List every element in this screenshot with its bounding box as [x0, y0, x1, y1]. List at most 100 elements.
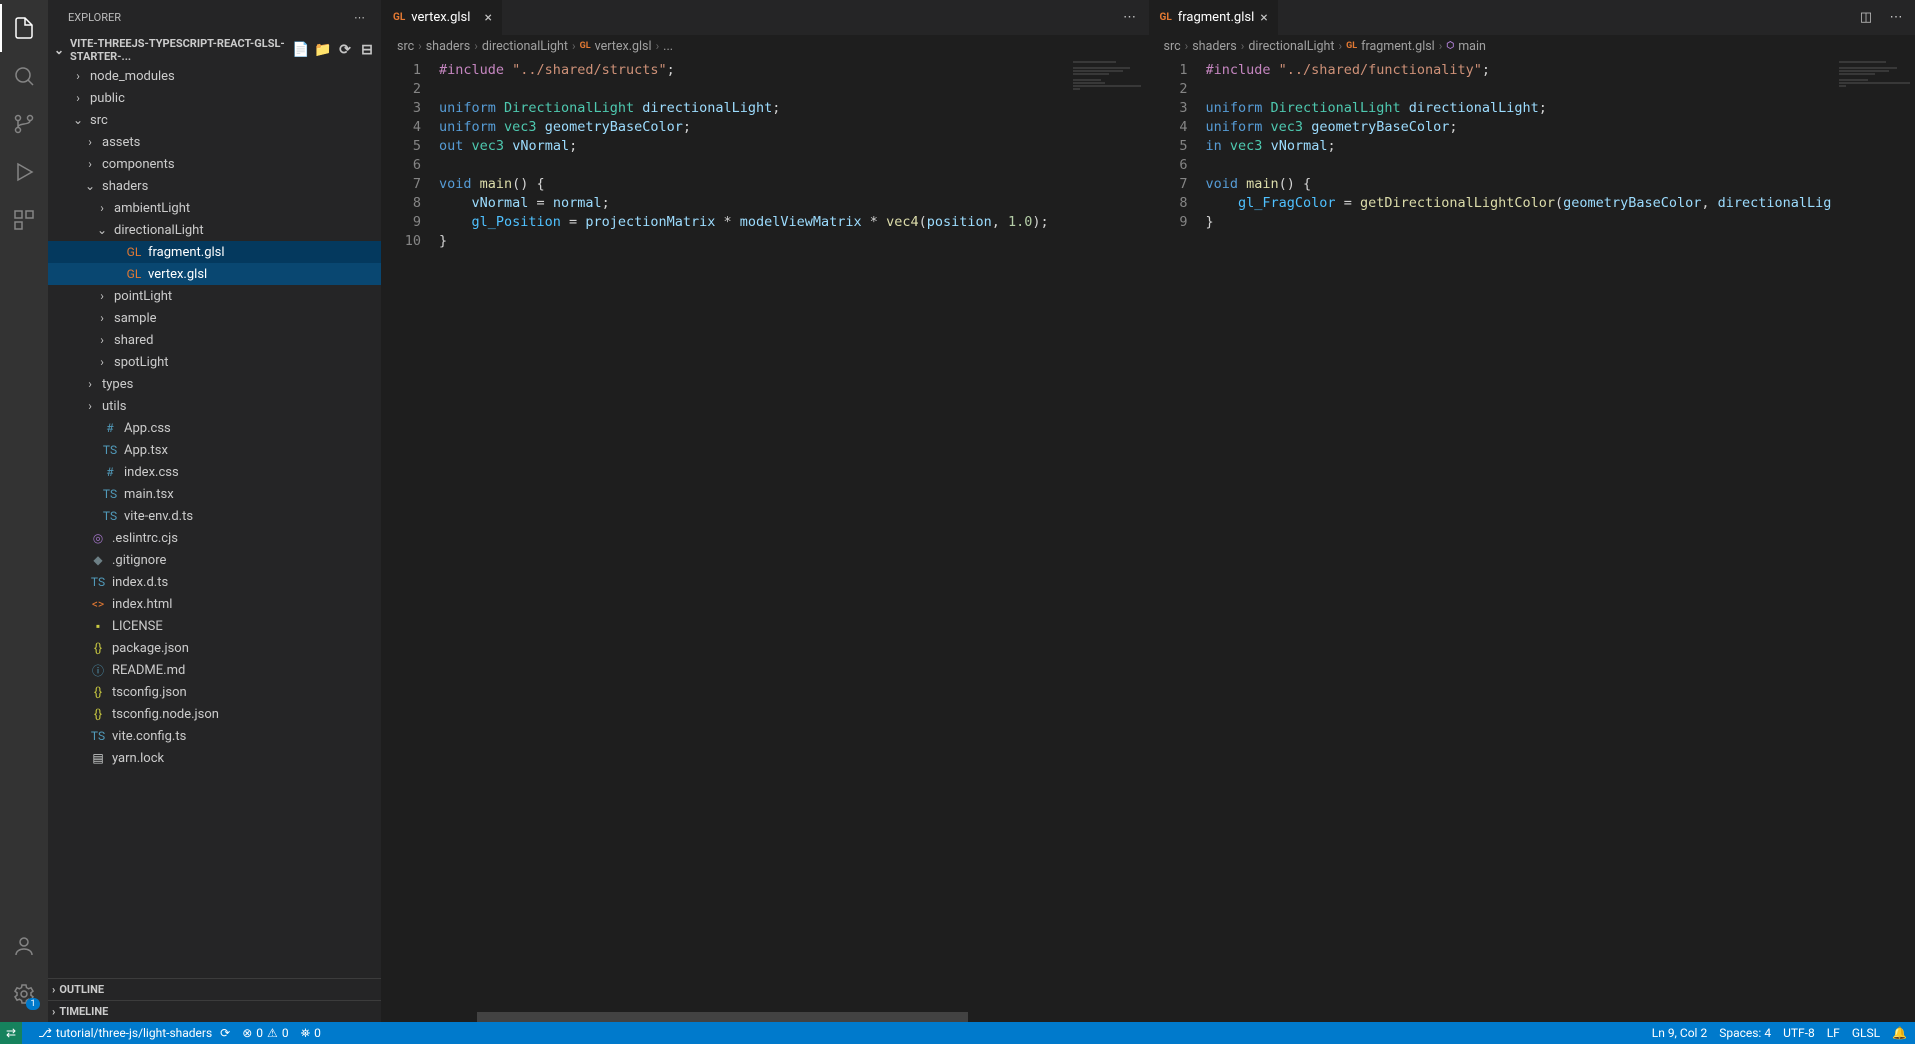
folder-pointLight[interactable]: ›pointLight — [48, 285, 381, 307]
folder-utils[interactable]: ›utils — [48, 395, 381, 417]
file-tsconfig.node.json[interactable]: {}tsconfig.node.json — [48, 703, 381, 725]
file-package.json[interactable]: {}package.json — [48, 637, 381, 659]
code-editor-1[interactable]: 12345678910 #include "../shared/structs"… — [383, 57, 1149, 1022]
horizontal-scrollbar[interactable] — [439, 1012, 1069, 1022]
code-content[interactable]: #include "../shared/structs"; uniform Di… — [439, 57, 1069, 1022]
extensions-icon — [12, 208, 36, 232]
code-editor-2[interactable]: 123456789 #include "../shared/functional… — [1150, 57, 1915, 1022]
radio-icon: ⛯ — [301, 1026, 311, 1041]
tree-label: src — [90, 113, 108, 128]
status-encoding[interactable]: UTF-8 — [1783, 1026, 1815, 1040]
breadcrumb-item[interactable]: ⬡main — [1446, 39, 1486, 54]
bell-icon: 🔔 — [1892, 1026, 1907, 1040]
folder-public[interactable]: ›public — [48, 87, 381, 109]
file-vertex.glsl[interactable]: GLvertex.glsl — [48, 263, 381, 285]
folder-sample[interactable]: ›sample — [48, 307, 381, 329]
file-vite-env.d.ts[interactable]: TSvite-env.d.ts — [48, 505, 381, 527]
sidebar-more-icon[interactable]: ⋯ — [354, 11, 365, 24]
folder-src[interactable]: ⌄src — [48, 109, 381, 131]
new-folder-icon[interactable]: 📁 — [313, 40, 333, 60]
file-README.md[interactable]: ⓘREADME.md — [48, 659, 381, 681]
status-spaces[interactable]: Spaces: 4 — [1719, 1026, 1771, 1040]
status-lang[interactable]: GLSL — [1852, 1026, 1880, 1040]
file-vite.config.ts[interactable]: TSvite.config.ts — [48, 725, 381, 747]
activity-debug[interactable] — [0, 148, 48, 196]
file-yarn.lock[interactable]: ▤yarn.lock — [48, 747, 381, 769]
tree-label: utils — [102, 399, 126, 414]
outline-section[interactable]: › OUTLINE — [48, 978, 381, 1000]
file-.gitignore[interactable]: ◆.gitignore — [48, 549, 381, 571]
split-editor-icon[interactable]: ◫ — [1855, 10, 1877, 25]
timeline-section[interactable]: › TIMELINE — [48, 1000, 381, 1022]
new-file-icon[interactable]: 📄 — [291, 40, 311, 60]
tree-label: pointLight — [114, 289, 172, 304]
activity-scm[interactable] — [0, 100, 48, 148]
tree-label: main.tsx — [124, 487, 174, 502]
file-LICENSE[interactable]: ▪LICENSE — [48, 615, 381, 637]
file-type-icon: ◎ — [90, 530, 106, 546]
activity-settings[interactable]: 1 — [0, 970, 48, 1018]
chevron-right-icon: › — [96, 355, 108, 369]
tree-label: App.tsx — [124, 443, 168, 458]
file-fragment.glsl[interactable]: GLfragment.glsl — [48, 241, 381, 263]
remote-indicator[interactable]: ⇄ — [0, 1022, 22, 1044]
activity-explorer[interactable] — [0, 4, 48, 52]
project-section[interactable]: ⌄ VITE-THREEJS-TYPESCRIPT-REACT-GLSL-STA… — [48, 35, 381, 65]
status-eol[interactable]: LF — [1827, 1026, 1840, 1040]
status-feedback[interactable]: 🔔 — [1892, 1026, 1907, 1040]
refresh-icon[interactable]: ⟳ — [335, 40, 355, 60]
close-icon[interactable]: × — [485, 11, 492, 25]
tree-label: fragment.glsl — [148, 245, 225, 260]
folder-node_modules[interactable]: ›node_modules — [48, 65, 381, 87]
breadcrumb-item[interactable]: directionalLight — [1248, 39, 1334, 54]
folder-ambientLight[interactable]: ›ambientLight — [48, 197, 381, 219]
file-tsconfig.json[interactable]: {}tsconfig.json — [48, 681, 381, 703]
activity-account[interactable] — [0, 922, 48, 970]
code-content[interactable]: #include "../shared/functionality"; unif… — [1206, 57, 1836, 1022]
breadcrumb-item[interactable]: shaders — [1192, 39, 1237, 54]
file-App.tsx[interactable]: TS App.tsx — [48, 439, 381, 461]
breadcrumb-item[interactable]: GLfragment.glsl — [1346, 39, 1435, 54]
tree-label: .eslintrc.cjs — [112, 531, 178, 546]
breadcrumb-item[interactable]: shaders — [426, 39, 471, 54]
account-icon — [12, 934, 36, 958]
folder-directionalLight[interactable]: ⌄directionalLight — [48, 219, 381, 241]
more-icon[interactable]: ⋯ — [1119, 10, 1141, 25]
folder-components[interactable]: ›components — [48, 153, 381, 175]
breadcrumb-item[interactable]: directionalLight — [482, 39, 568, 54]
file-index.html[interactable]: <>index.html — [48, 593, 381, 615]
tree-label: README.md — [112, 663, 185, 678]
breadcrumb[interactable]: src›shaders›directionalLight›GLvertex.gl… — [383, 35, 1149, 57]
minimap[interactable] — [1835, 57, 1915, 1022]
breadcrumb-item[interactable]: ... — [663, 39, 673, 54]
breadcrumb[interactable]: src›shaders›directionalLight›GLfragment.… — [1150, 35, 1915, 57]
file-type-icon: TS — [102, 442, 118, 458]
tab-vertex[interactable]: GL vertex.glsl × — [383, 0, 503, 35]
folder-shaders[interactable]: ⌄shaders — [48, 175, 381, 197]
minimap[interactable] — [1069, 57, 1149, 1022]
file-App.css[interactable]: #App.css — [48, 417, 381, 439]
folder-shared[interactable]: ›shared — [48, 329, 381, 351]
status-branch[interactable]: ⎇ tutorial/three-js/light-shaders ⟳ — [38, 1026, 230, 1040]
activity-search[interactable] — [0, 52, 48, 100]
status-ports[interactable]: ⛯0 — [301, 1026, 321, 1041]
collapse-all-icon[interactable]: ⊟ — [357, 40, 377, 60]
file-index.d.ts[interactable]: TSindex.d.ts — [48, 571, 381, 593]
close-icon[interactable]: × — [1260, 11, 1267, 25]
more-icon[interactable]: ⋯ — [1885, 10, 1907, 25]
file-index.css[interactable]: #index.css — [48, 461, 381, 483]
status-lncol[interactable]: Ln 9, Col 2 — [1652, 1026, 1707, 1040]
chevron-right-icon: › — [84, 135, 96, 149]
activity-extensions[interactable] — [0, 196, 48, 244]
file-main.tsx[interactable]: TSmain.tsx — [48, 483, 381, 505]
file-.eslintrc.cjs[interactable]: ◎ .eslintrc.cjs — [48, 527, 381, 549]
folder-types[interactable]: ›types — [48, 373, 381, 395]
folder-spotLight[interactable]: ›spotLight — [48, 351, 381, 373]
status-problems[interactable]: ⊗0 ⚠0 — [242, 1026, 288, 1040]
folder-assets[interactable]: ›assets — [48, 131, 381, 153]
breadcrumb-item[interactable]: src — [397, 39, 414, 54]
tree-label: LICENSE — [112, 619, 163, 634]
tab-fragment[interactable]: GL fragment.glsl × — [1150, 0, 1279, 35]
breadcrumb-item[interactable]: src — [1164, 39, 1181, 54]
breadcrumb-item[interactable]: GLvertex.glsl — [580, 39, 652, 54]
